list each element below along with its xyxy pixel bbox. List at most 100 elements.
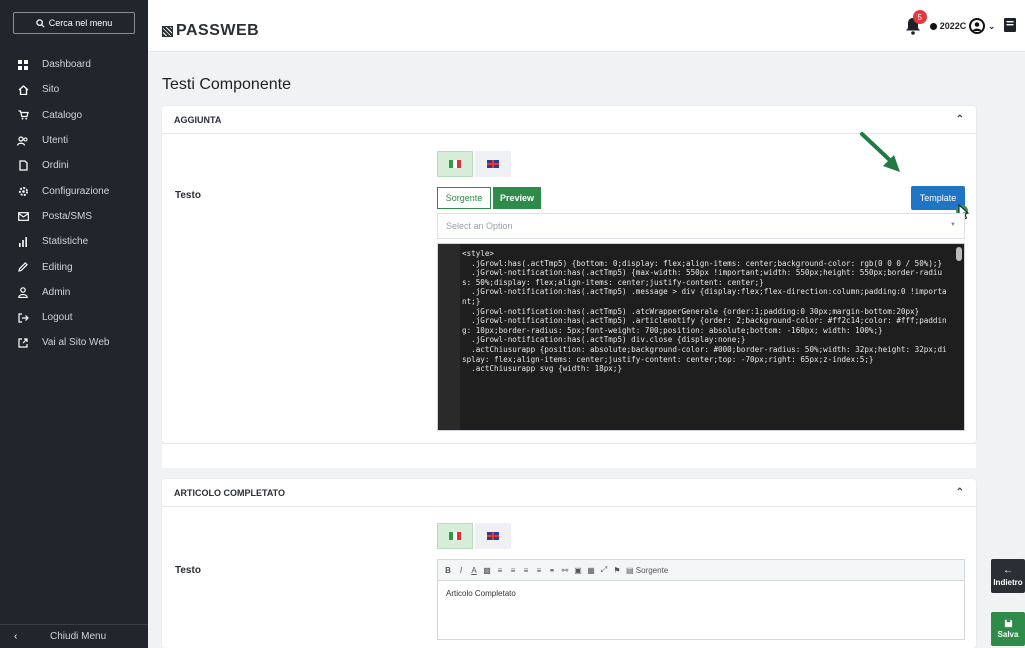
sidebar-item-label: Sito (42, 84, 60, 96)
save-button-label: Salva (997, 630, 1019, 639)
flag-uk-icon (487, 160, 499, 168)
grid-icon (16, 58, 30, 72)
users-icon (16, 134, 30, 148)
sidebar: Cerca nel menu Dashboard Sito Catalogo U… (0, 0, 148, 648)
logout-icon (16, 311, 30, 325)
sidebar-item-sito[interactable]: Sito (0, 77, 148, 102)
sidebar-item-admin[interactable]: Admin (0, 280, 148, 305)
justify-icon[interactable]: ≡ (535, 566, 543, 575)
flag-icon[interactable]: ⚑ (613, 566, 621, 575)
language-tabs-2 (437, 523, 511, 549)
app-logo[interactable]: PASSWEB (162, 22, 259, 40)
sidebar-item-editing[interactable]: Editing (0, 254, 148, 279)
notifications-button[interactable]: 5 (904, 10, 927, 36)
top-bar: PASSWEB 5 2022C ⌄ (148, 0, 1025, 52)
sidebar-item-statistiche[interactable]: Statistiche (0, 229, 148, 254)
align-right-icon[interactable]: ≡ (522, 566, 530, 575)
sidebar-item-label: Logout (42, 312, 73, 324)
sidebar-item-utenti[interactable]: Utenti (0, 128, 148, 153)
editor-content: Articolo Completato (446, 589, 516, 598)
code-line: .jGrowl-notification:has(.actTmp5) div.c… (462, 335, 746, 345)
annotation-arrow-icon (860, 132, 900, 172)
sidebar-item-label: Ordini (42, 160, 69, 172)
sidebar-item-ordini[interactable]: Ordini (0, 153, 148, 178)
logo-mark-icon (162, 25, 173, 37)
code-line: .jGrowl-notification:has(.actTmp5) .atcW… (462, 306, 920, 316)
code-line: <style> (462, 249, 495, 258)
flag-italy-icon (449, 532, 461, 540)
back-button-label: Indietro (993, 578, 1023, 587)
code-scrollbar[interactable] (956, 247, 962, 261)
link-icon[interactable]: ⚭ (548, 566, 556, 575)
sidebar-item-logout[interactable]: Logout (0, 305, 148, 330)
text-color-icon[interactable]: A (470, 566, 478, 575)
sidebar-item-label: Dashboard (42, 59, 91, 71)
code-content: <style> .jGrowl:has(.actTmp5) {bottom: 0… (462, 249, 950, 374)
preview-button[interactable]: Preview (493, 187, 541, 209)
chevron-up-icon[interactable]: ⌃ (956, 114, 964, 125)
flag-italy-icon (449, 160, 461, 168)
tab-lang-en[interactable] (475, 151, 511, 177)
sidebar-item-label: Statistiche (42, 236, 89, 248)
collapse-menu-label: Chiudi Menu (50, 631, 107, 642)
sorgente-button[interactable]: Sorgente (437, 187, 491, 209)
template-select[interactable]: Select an Option ▼ (437, 213, 965, 239)
caret-down-icon: ⌄ (988, 21, 995, 31)
source-button[interactable]: ▤ Sorgente (626, 566, 668, 575)
sidebar-item-dashboard[interactable]: Dashboard (0, 52, 148, 77)
tab-lang-it[interactable] (437, 151, 473, 177)
sidebar-item-catalogo[interactable]: Catalogo (0, 103, 148, 128)
back-button[interactable]: ← Indietro (991, 559, 1025, 593)
sidebar-item-label: Admin (42, 286, 71, 298)
notification-badge: 5 (912, 10, 927, 24)
source-doc-icon: ▤ (626, 565, 636, 575)
sidebar-nav: Dashboard Sito Catalogo Utenti Ordini Co… (0, 52, 148, 356)
user-code: 2022C (939, 21, 967, 31)
unlink-icon[interactable]: ⚯ (561, 566, 569, 575)
chevron-left-icon: ‹ (14, 631, 18, 642)
sidebar-item-label: Utenti (42, 135, 69, 147)
italic-icon[interactable]: I (457, 566, 465, 575)
menu-search-button[interactable]: Cerca nel menu (13, 12, 135, 34)
dropdown-arrow-icon: ▼ (950, 222, 956, 228)
header-actions: 5 2022C ⌄ (904, 10, 1017, 36)
code-editor[interactable]: <style> .jGrowl:has(.actTmp5) {bottom: 0… (437, 243, 965, 431)
rich-text-editor[interactable]: Articolo Completato (437, 581, 965, 640)
maximize-icon[interactable]: ⤢ (600, 565, 608, 575)
align-center-icon[interactable]: ≡ (509, 566, 517, 575)
section-title: AGGIUNTA (174, 114, 222, 125)
sidebar-item-label: Posta/SMS (42, 210, 93, 222)
sidebar-item-configurazione[interactable]: Configurazione (0, 178, 148, 203)
external-link-icon (16, 336, 30, 350)
search-icon (35, 18, 45, 28)
code-line: .jGrowl:has(.actTmp5) {bottom: 0;display… (462, 258, 943, 268)
bg-color-icon[interactable]: ▩ (483, 566, 491, 575)
page-title: Testi Componente (162, 76, 291, 93)
tab-lang-en[interactable] (475, 523, 511, 549)
user-menu[interactable]: 2022C ⌄ (929, 18, 995, 34)
sidebar-item-label: Vai al Sito Web (42, 337, 110, 349)
cart-icon (16, 108, 30, 122)
save-button[interactable]: Salva (991, 612, 1025, 646)
bold-icon[interactable]: B (444, 566, 452, 575)
code-line: .jGrowl-notification:has(.actTmp5) .mess… (462, 287, 947, 306)
image-icon[interactable]: ▣ (574, 566, 582, 575)
code-line: .jGrowl-notification:has(.actTmp5) {max-… (462, 268, 943, 287)
sidebar-item-label: Editing (42, 261, 73, 273)
user-avatar-icon (969, 18, 986, 34)
align-left-icon[interactable]: ≡ (496, 566, 504, 575)
flag-uk-icon (487, 532, 499, 540)
section-articolo-header[interactable]: ARTICOLO COMPLETATO ⌃ (162, 479, 976, 507)
notes-button[interactable] (1003, 17, 1017, 36)
bar-chart-icon (16, 235, 30, 249)
gear-icon (16, 184, 30, 198)
status-dot-icon (929, 22, 937, 30)
collapse-menu-button[interactable]: ‹ Chiudi Menu (0, 624, 148, 648)
section-aggiunta-header[interactable]: AGGIUNTA ⌃ (162, 106, 976, 134)
chevron-up-icon[interactable]: ⌃ (956, 487, 964, 498)
tab-lang-it[interactable] (437, 523, 473, 549)
sidebar-item-posta-sms[interactable]: Posta/SMS (0, 204, 148, 229)
field-label-testo: Testo (175, 190, 201, 201)
sidebar-item-vai-al-sito[interactable]: Vai al Sito Web (0, 330, 148, 355)
table-icon[interactable]: ▦ (587, 566, 595, 575)
